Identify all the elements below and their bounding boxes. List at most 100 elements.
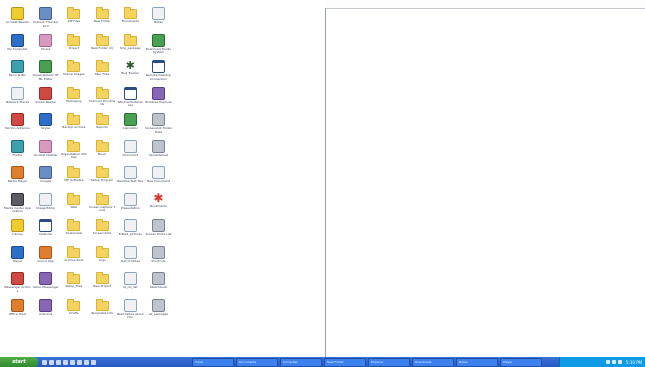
desktop-icon[interactable]: Calculator	[117, 112, 144, 139]
quick-launch-icon[interactable]	[84, 359, 89, 365]
desktop-icon[interactable]: Norton Antivirus	[4, 112, 31, 139]
desktop-icon[interactable]: Text of Notes	[117, 245, 144, 272]
desktop-icon[interactable]: Remote Desktop Connection	[145, 59, 172, 86]
desktop-icon[interactable]: Backup Archive	[60, 112, 87, 139]
desktop-icon[interactable]: to_do_list	[117, 271, 144, 298]
start-button[interactable]: start	[0, 357, 38, 367]
desktop-icon[interactable]: Calendar	[32, 218, 59, 245]
desktop-icon[interactable]: tmp_package	[117, 33, 144, 60]
desktop-icon[interactable]: ✱ Bookmarks	[145, 192, 172, 219]
desktop-icon[interactable]: Yahoo Messenger	[32, 271, 59, 298]
quick-launch-icon[interactable]	[56, 359, 61, 365]
gray-app-icon	[151, 139, 165, 153]
desktop-icon[interactable]: New Project	[89, 271, 116, 298]
security-icon[interactable]	[617, 360, 622, 364]
taskbar-button[interactable]: Player	[500, 357, 542, 367]
desktop-icon[interactable]: ✱ Bug Tracker	[117, 59, 144, 86]
desktop-icon[interactable]: Download Studio System	[145, 33, 172, 60]
desktop-icon[interactable]: all_packages	[145, 298, 172, 325]
network-icon[interactable]	[605, 360, 610, 364]
desktop-icon[interactable]: Sound App	[32, 245, 59, 272]
desktop-icon[interactable]: MP_Software	[60, 165, 87, 192]
desktop-icon-label: Calendar	[38, 233, 53, 236]
quick-launch-icon[interactable]	[77, 359, 82, 365]
quick-launch-icon[interactable]	[70, 359, 75, 365]
desktop-icon[interactable]: Acrobat Reader	[4, 6, 31, 33]
desktop-icon[interactable]: Sketchbook	[145, 271, 172, 298]
taskbar-button[interactable]: Computer	[280, 357, 322, 367]
desktop-icon[interactable]: ZIP Files	[60, 6, 87, 33]
desktop-icon[interactable]: Picasa	[32, 33, 59, 60]
desktop-icon-label: Templates Info	[91, 311, 113, 315]
desktop-icon[interactable]: Window Preferences	[117, 86, 144, 113]
desktop-icon[interactable]: Media Player	[4, 165, 31, 192]
desktop-icon[interactable]: Library	[4, 218, 31, 245]
desktop-icon[interactable]: Screen Shots List	[145, 218, 172, 245]
desktop-icon-label: Media Center Application	[4, 206, 31, 214]
desktop-icon[interactable]: New Folder	[89, 6, 116, 33]
desktop-icon[interactable]: My Computer	[4, 33, 31, 60]
desktop-icon[interactable]: Skype	[32, 112, 59, 139]
desktop-icon[interactable]: Windows Explorer	[145, 86, 172, 113]
desktop-icon[interactable]: Scanned Documents	[89, 86, 116, 113]
quick-launch-icon[interactable]	[49, 359, 54, 365]
taskbar-button[interactable]: New Folder	[324, 357, 366, 367]
blue-app-icon	[39, 113, 53, 126]
desktop-icon[interactable]: Acrobat Distiller	[32, 139, 59, 166]
quick-launch-icon[interactable]	[91, 359, 96, 365]
folder-icon	[95, 245, 109, 258]
desktop-icon[interactable]: New Document	[145, 165, 172, 192]
desktop-icon[interactable]: Screen Capture Tools	[89, 192, 116, 219]
desktop-icon[interactable]: Firefox	[4, 139, 31, 166]
desktop-icon[interactable]: Organization Utilities	[60, 139, 87, 166]
desktop-icon[interactable]: Logs	[89, 245, 116, 272]
clock[interactable]: 5:30 PM	[626, 360, 642, 365]
desktop-icon[interactable]: Documents	[117, 6, 144, 33]
doc-app-icon	[123, 272, 137, 285]
desktop-icon[interactable]: Network Places	[4, 86, 31, 113]
taskbar-button[interactable]: Inbox	[192, 357, 234, 367]
desktop-icon[interactable]: Notes	[145, 6, 172, 33]
taskbar-button[interactable]: Notes	[456, 357, 498, 367]
desktop-icon[interactable]: Document	[117, 139, 144, 166]
desktop-icon[interactable]: Online Images	[60, 59, 87, 86]
volume-icon[interactable]	[611, 360, 616, 364]
desktop-icon[interactable]: Setup Program	[89, 165, 116, 192]
desktop-icon[interactable]: Drafts	[60, 298, 87, 325]
quick-launch-icon[interactable]	[63, 359, 68, 365]
desktop-icon[interactable]: Read Notes about Doc	[117, 298, 144, 325]
desktop-icon[interactable]: Outlook Thunderbird	[32, 6, 59, 33]
desktop-icon[interactable]: Templates Info	[89, 298, 116, 325]
desktop-icon[interactable]: Downloads	[60, 218, 87, 245]
desktop-icon[interactable]: Images	[32, 165, 59, 192]
desktop-icon[interactable]: Project	[60, 33, 87, 60]
desktop-icon[interactable]: Reports	[89, 112, 116, 139]
taskbar-button[interactable]: Explorer	[368, 357, 410, 367]
desktop-icon[interactable]: Media Center Application	[4, 192, 31, 219]
desktop-icon[interactable]: Image Editor	[32, 192, 59, 219]
desktop-icon[interactable]: Packaging	[60, 86, 87, 113]
desktop-icon[interactable]: Archive Root	[60, 245, 87, 272]
desktop-icon[interactable]: Messenger Archive	[4, 271, 31, 298]
desktop-icon[interactable]: New Folder (2)	[89, 33, 116, 60]
desktop-icon[interactable]: Antivirus	[32, 298, 59, 325]
desktop-icon[interactable]: Screenshot Folder Data	[145, 112, 172, 139]
quick-launch-icon[interactable]	[42, 359, 47, 365]
desktop-icon[interactable]: Setup_Files	[60, 271, 87, 298]
desktop-icon[interactable]: Web	[60, 192, 87, 219]
desktop-icon[interactable]: Screenshots	[89, 218, 116, 245]
desktop-icon[interactable]: Adobe Reader	[32, 86, 59, 113]
desktop-icon[interactable]: Music	[89, 139, 116, 166]
desktop-icon[interactable]: Player	[4, 245, 31, 272]
desktop-icon[interactable]: Readme Text Tool	[117, 165, 144, 192]
taskbar-button[interactable]: Documents	[236, 357, 278, 367]
desktop-icon[interactable]: Presentation	[117, 192, 144, 219]
desktop-icon[interactable]: Misc Files	[89, 59, 116, 86]
desktop-icon[interactable]: Spreadsheet	[145, 139, 172, 166]
desktop-icon[interactable]: Dreamweaver HTML Editor	[32, 59, 59, 86]
taskbar-button[interactable]: Downloads	[412, 357, 454, 367]
desktop-icon[interactable]: Edited_pictures	[117, 218, 144, 245]
desktop-icon[interactable]: Recycle Bin	[4, 59, 31, 86]
desktop-icon[interactable]: Office Tools	[4, 298, 31, 325]
desktop-icon[interactable]: Shortcuts	[145, 245, 172, 272]
